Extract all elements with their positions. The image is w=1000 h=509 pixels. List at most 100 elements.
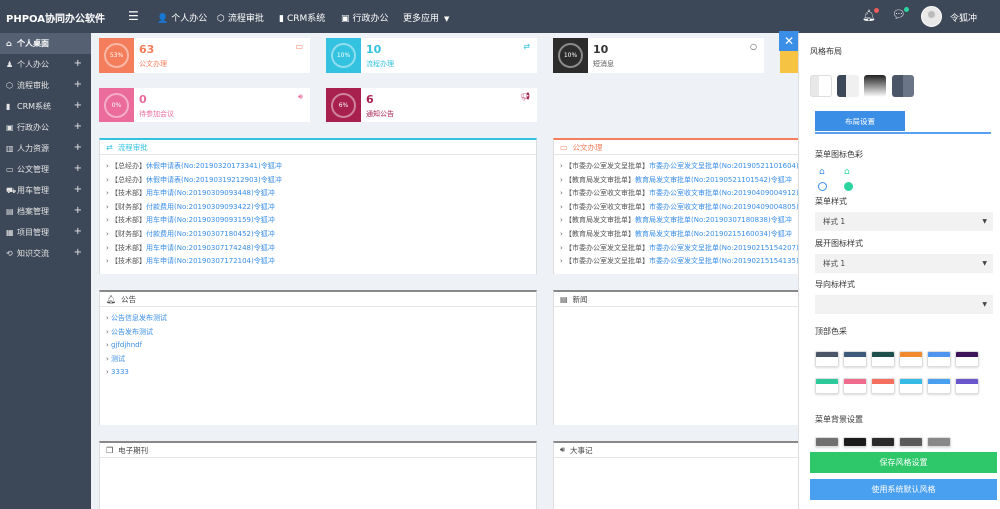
expand-icon-style-select[interactable]: 样式 1 ▼: [815, 254, 993, 273]
menu-bg-swatch[interactable]: [899, 437, 923, 447]
list-item[interactable]: › 3333: [106, 366, 536, 380]
expand-icon[interactable]: +: [74, 226, 82, 237]
avatar[interactable]: [921, 6, 942, 27]
list-item[interactable]: › 【总经办】休假申请表(No:20190320173341)令狐冲: [106, 160, 536, 174]
topnav-workflow[interactable]: ⬡ 流程审批: [217, 11, 264, 24]
menu-style-select[interactable]: 样式 1 ▼: [815, 212, 993, 231]
top-color-swatch[interactable]: [955, 378, 979, 394]
top-color-swatch[interactable]: [927, 351, 951, 367]
top-color-swatch[interactable]: [843, 351, 867, 367]
list-item[interactable]: › 【财务部】付款费用(No:20190309093422)令狐冲: [106, 201, 536, 215]
layout-swatch-gradient[interactable]: [864, 75, 886, 97]
sidebar-item-knowledge[interactable]: ⟲ 知识交流 +: [0, 243, 91, 264]
sidebar-item-hr[interactable]: ▥ 人力资源 +: [0, 138, 91, 159]
list-item[interactable]: › 【市委办公室发文呈批单】市委办公室发文呈批单(No:201905211016…: [560, 160, 798, 174]
tab-layout-settings[interactable]: 布局设置: [815, 111, 905, 131]
sidebar-item-projects[interactable]: ▦ 项目管理 +: [0, 222, 91, 243]
sidebar-item-vehicles[interactable]: ⛟ 用车管理 +: [0, 180, 91, 201]
list-item[interactable]: › 【教育局发文审批单】教育局发文审批单(No:20190307180838)令…: [560, 214, 798, 228]
close-icon[interactable]: ✕: [779, 31, 799, 51]
tab-underline: [815, 132, 991, 134]
save-style-button[interactable]: 保存风格设置: [810, 452, 997, 473]
expand-icon[interactable]: +: [74, 142, 82, 153]
list-item[interactable]: › gjfdjhndf: [106, 339, 536, 353]
home-icon[interactable]: ⌂: [819, 167, 825, 177]
layout-swatch-slate[interactable]: [892, 75, 914, 97]
stat-card-documents[interactable]: 53% 63 公文办理 ▭: [99, 38, 310, 73]
expand-icon[interactable]: +: [74, 163, 82, 174]
app-logo[interactable]: PHPOA协同办公软件: [6, 10, 105, 25]
panel-workflow: ⇄ 流程审批 › 【总经办】休假申请表(No:20190320173341)令狐冲…: [99, 138, 537, 274]
top-color-label: 顶部色采: [815, 327, 847, 336]
list-item[interactable]: › 【市委办公室收文审批单】市委办公室收文审批单(No:201904090048…: [560, 201, 798, 215]
menu-bg-swatch[interactable]: [927, 437, 951, 447]
user-name[interactable]: 令狐冲: [950, 11, 977, 24]
topnav-more[interactable]: 更多应用 ▼: [403, 11, 449, 24]
topnav-personal[interactable]: 👤 个人办公: [157, 11, 207, 24]
menu-bg-swatch[interactable]: [871, 437, 895, 447]
list-item[interactable]: › 【市委办公室发文呈批单】市委办公室发文呈批单(No:201902151541…: [560, 255, 798, 269]
expand-icon[interactable]: +: [74, 184, 82, 195]
radio-blue[interactable]: [818, 182, 827, 191]
top-color-swatch[interactable]: [927, 378, 951, 394]
stat-icon: 10%: [326, 38, 361, 73]
sidebar-item-archives[interactable]: ▤ 档案管理 +: [0, 201, 91, 222]
sidebar-item-admin[interactable]: ▣ 行政办公 +: [0, 117, 91, 138]
stat-card-messages[interactable]: 10% 10 短消息 ○: [553, 38, 764, 73]
expand-icon[interactable]: +: [74, 79, 82, 90]
top-color-swatch[interactable]: [843, 378, 867, 394]
home-icon[interactable]: ⌂: [844, 167, 850, 177]
chat-icon[interactable]: 💬︎: [892, 7, 909, 21]
list-item[interactable]: › 【教育局发文审批单】教育局发文审批单(No:20190215160034)令…: [560, 228, 798, 242]
default-style-button[interactable]: 使用系统默认风格: [810, 479, 997, 500]
sidebar-item-documents[interactable]: ▭ 公文管理 +: [0, 159, 91, 180]
expand-icon[interactable]: +: [74, 58, 82, 69]
sidebar-item-crm[interactable]: ▮ CRM系统 +: [0, 96, 91, 117]
layout-swatch-light[interactable]: [810, 75, 832, 97]
nav-icon-style-select[interactable]: ▼: [815, 295, 993, 314]
stat-card-workflow[interactable]: 10% 10 流程办理 ⇄: [326, 38, 537, 73]
top-color-swatch[interactable]: [899, 378, 923, 394]
top-color-swatch[interactable]: [871, 378, 895, 394]
list-item[interactable]: › 【教育局发文审批单】教育局发文审批单(No:20190521101542)令…: [560, 174, 798, 188]
topnav-admin[interactable]: ▣ 行政办公: [341, 11, 389, 24]
bell-icon[interactable]: 🔔︎: [862, 8, 879, 22]
stat-card-notices[interactable]: 6% 6 通知公告 📢︎: [326, 88, 537, 122]
expand-icon[interactable]: +: [74, 247, 82, 258]
list-item[interactable]: › 【总经办】休假申请表(No:20190319212903)令狐冲: [106, 174, 536, 188]
expand-icon[interactable]: +: [74, 205, 82, 216]
cube-icon: ⬡: [217, 14, 225, 24]
menu-bg-label: 菜单背景设置: [815, 415, 863, 424]
list-item[interactable]: › 【技术部】用车申请(No:20190309093448)令狐冲: [106, 187, 536, 201]
top-color-swatch[interactable]: [815, 351, 839, 367]
list-item[interactable]: › 【技术部】用车申请(No:20190307174248)令狐冲: [106, 242, 536, 256]
expand-icon[interactable]: +: [74, 100, 82, 111]
layout-swatch-dark-side[interactable]: [837, 75, 859, 97]
menu-bg-swatch[interactable]: [815, 437, 839, 447]
stat-icon: 6%: [326, 88, 361, 122]
menu-toggle-icon[interactable]: ☰: [128, 9, 139, 23]
list-item[interactable]: › 【市委办公室收文审批单】市委办公室收文审批单(No:201904090049…: [560, 187, 798, 201]
caret-down-icon: ▼: [982, 301, 987, 308]
top-color-swatch[interactable]: [871, 351, 895, 367]
folder-icon: ▭: [560, 142, 568, 152]
top-color-swatch[interactable]: [955, 351, 979, 367]
expand-icon[interactable]: +: [74, 121, 82, 132]
menu-bg-swatch[interactable]: [843, 437, 867, 447]
stat-card-meetings[interactable]: 0% 0 待参加会议 🔊︎: [99, 88, 310, 122]
list-item[interactable]: › 【财务部】付款费用(No:20190307180452)令狐冲: [106, 228, 536, 242]
top-color-swatch[interactable]: [815, 378, 839, 394]
list-item[interactable]: › 公告发布测试: [106, 326, 536, 340]
list-item[interactable]: › 【技术部】用车申请(No:20190307172104)令狐冲: [106, 255, 536, 269]
list-item[interactable]: › 【市委办公室发文呈批单】市委办公室发文呈批单(No:201902151542…: [560, 242, 798, 256]
radio-green[interactable]: [844, 182, 853, 191]
list-item[interactable]: › 公告信息发布测试: [106, 312, 536, 326]
top-color-swatch[interactable]: [899, 351, 923, 367]
sidebar-item-desktop[interactable]: ⌂ 个人桌面: [0, 33, 91, 54]
sidebar-item-personal[interactable]: ♟ 个人办公 +: [0, 54, 91, 75]
topnav-crm[interactable]: ▮ CRM系统: [279, 11, 325, 24]
workflow-list: › 【总经办】休假申请表(No:20190320173341)令狐冲 › 【总经办…: [100, 155, 536, 269]
list-item[interactable]: › 测试: [106, 353, 536, 367]
list-item[interactable]: › 【技术部】用车申请(No:20190309093159)令狐冲: [106, 214, 536, 228]
sidebar-item-workflow[interactable]: ⬡ 流程审批 +: [0, 75, 91, 96]
